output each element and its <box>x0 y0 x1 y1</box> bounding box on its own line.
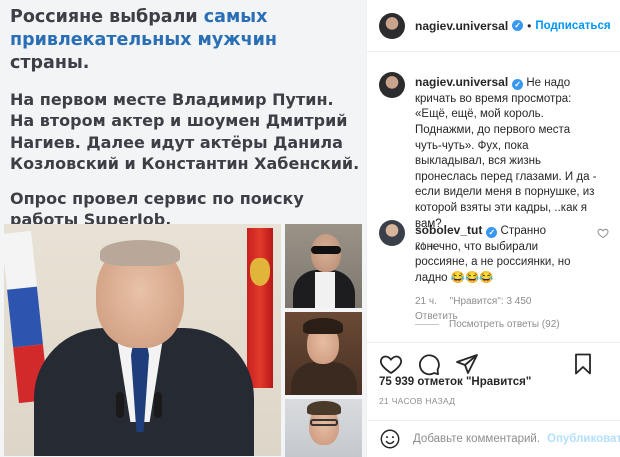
likes-count: 75 939 <box>379 376 415 388</box>
post-header: nagiev.universal ✓ • Подписаться <box>367 0 620 52</box>
verified-icon: ✓ <box>486 227 498 238</box>
headline-suffix: страны. <box>10 53 90 74</box>
separator-dot: • <box>527 18 532 33</box>
commenter-avatar[interactable] <box>379 72 405 98</box>
verified-icon: ✓ <box>512 79 524 90</box>
bookmark-icon[interactable] <box>571 352 595 376</box>
emoji-icon[interactable] <box>379 428 401 450</box>
post-image-text: Россияне выбрали самых привлекательных м… <box>10 6 362 230</box>
post-image[interactable]: Россияне выбрали самых привлекательных м… <box>0 0 366 457</box>
author-username[interactable]: nagiev.universal <box>415 19 508 33</box>
headline-prefix: Россияне выбрали <box>10 7 204 27</box>
post-headline: Россияне выбрали самых привлекательных м… <box>10 6 362 75</box>
side-portrait-photo-2 <box>285 312 362 395</box>
heart-icon[interactable] <box>379 352 403 376</box>
presidential-standard <box>247 228 273 388</box>
side-portrait-photo-1 <box>285 224 362 308</box>
commenter-avatar[interactable] <box>379 220 405 246</box>
likes-label: отметок "Нравится" <box>417 376 532 388</box>
side-portrait-photo-3 <box>285 399 362 457</box>
post-timestamp[interactable]: 21 ЧАСОВ НАЗАД <box>379 396 455 406</box>
comments-list[interactable]: nagiev.universal ✓ Не надо кричать во вре… <box>367 60 620 340</box>
verified-icon: ✓ <box>512 20 524 31</box>
post-side-panel: nagiev.universal ✓ • Подписаться nagiev.… <box>366 0 620 457</box>
comment-text: Не надо кричать во время просмотра: «Ещё… <box>415 77 597 230</box>
comment-input[interactable] <box>413 433 541 445</box>
view-replies-label: Посмотреть ответы (92) <box>449 319 560 330</box>
view-replies-button[interactable]: Посмотреть ответы (92) <box>415 319 560 330</box>
comment-time[interactable]: 21 ч. <box>415 296 437 307</box>
comment-username[interactable]: nagiev.universal <box>415 75 508 89</box>
share-icon[interactable] <box>455 352 479 376</box>
main-portrait-photo <box>4 224 281 456</box>
comment-icon[interactable] <box>417 352 441 376</box>
comment-likes[interactable]: "Нравится": 3 450 <box>450 296 532 307</box>
likes-summary[interactable]: 75 939 отметок "Нравится" <box>379 376 531 388</box>
follow-button[interactable]: Подписаться <box>535 20 610 32</box>
comment-username[interactable]: sobolev_tut <box>415 223 482 237</box>
add-comment-bar: Опубликовать <box>367 420 620 457</box>
post-paragraph-ranking: На первом месте Владимир Путин. На второ… <box>10 90 360 173</box>
publish-button[interactable]: Опубликовать <box>547 433 620 445</box>
comment-like-heart-icon[interactable] <box>597 226 609 239</box>
author-avatar[interactable] <box>379 12 405 39</box>
